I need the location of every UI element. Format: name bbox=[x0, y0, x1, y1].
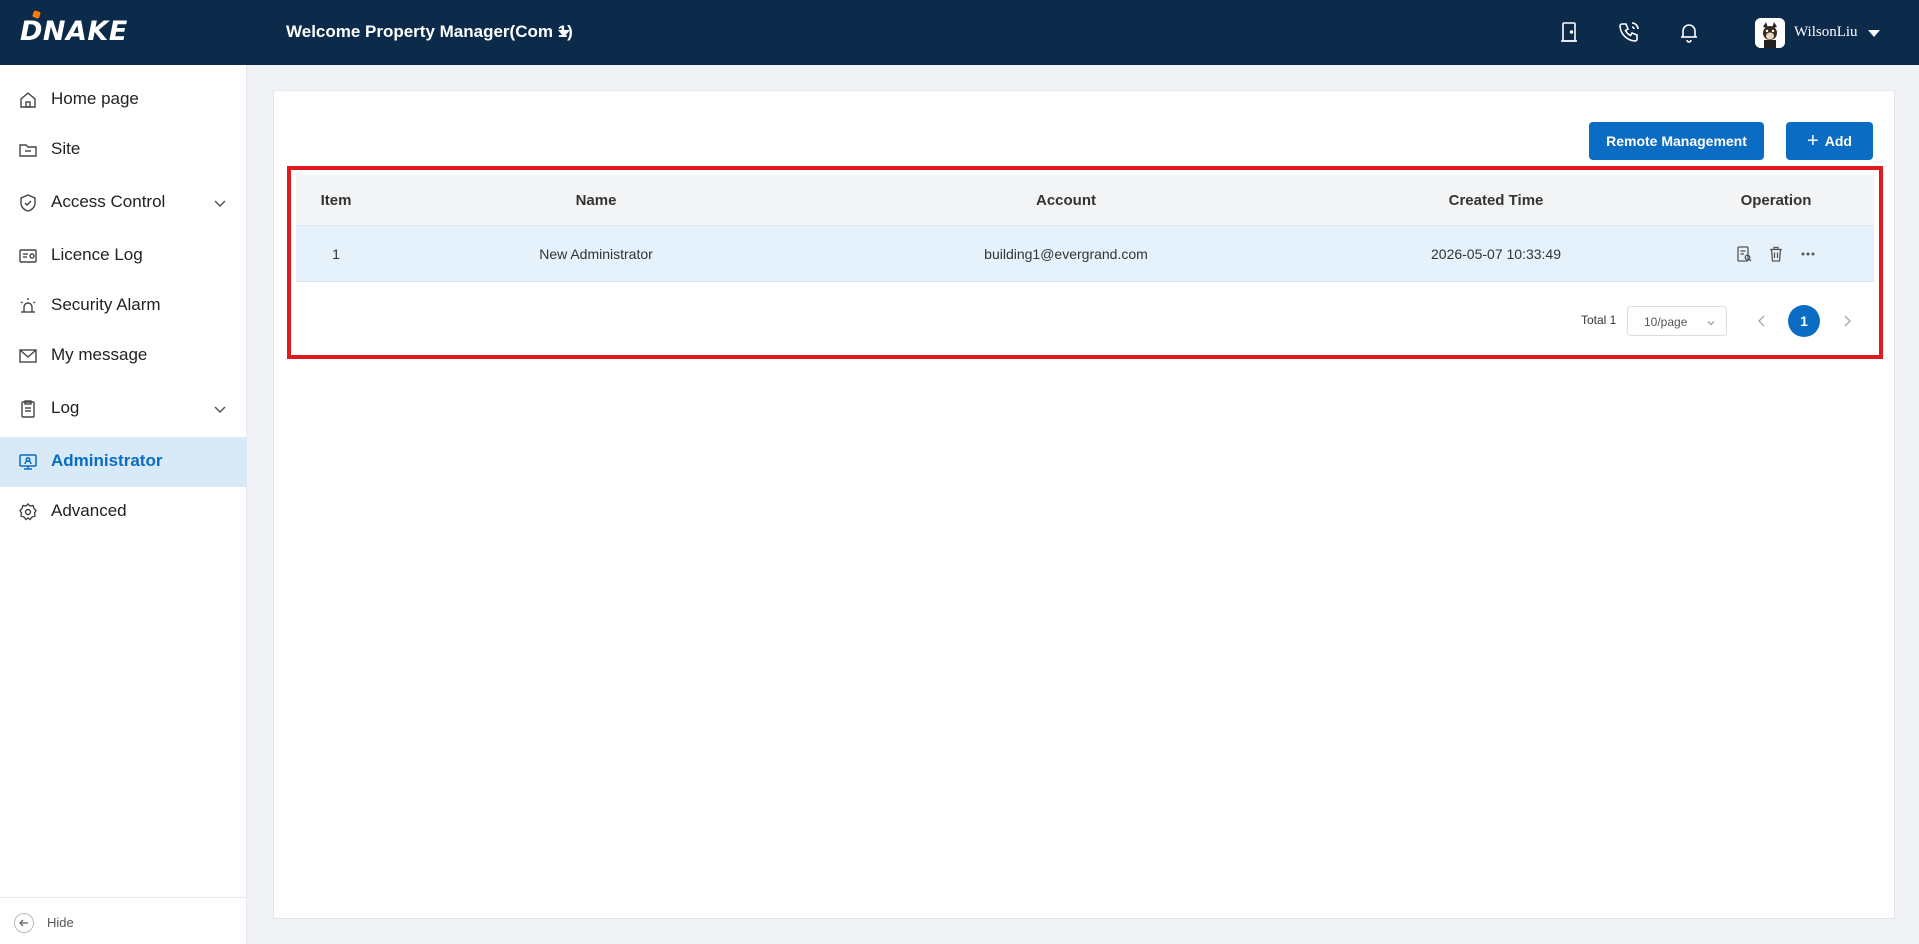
column-header-operation: Operation bbox=[1740, 191, 1812, 209]
sidebar-item-home-page[interactable]: Home page bbox=[0, 75, 247, 125]
add-button-label: Add bbox=[1824, 133, 1852, 149]
column-header-account: Account bbox=[1036, 191, 1096, 209]
sidebar-item-advanced[interactable]: Advanced bbox=[0, 487, 247, 537]
sidebar-item-label: Site bbox=[51, 139, 81, 158]
role-selector[interactable]: Property Manager(Com 1) bbox=[365, 22, 573, 42]
sidebar-item-label: Advanced bbox=[51, 501, 127, 520]
cell-account: building1@evergrand.com bbox=[984, 245, 1148, 262]
chevron-down-icon[interactable] bbox=[212, 195, 228, 211]
folder-icon bbox=[18, 140, 38, 160]
sidebar-item-label: Security Alarm bbox=[51, 295, 161, 314]
sidebar-item-security-alarm[interactable]: Security Alarm bbox=[0, 281, 247, 331]
prev-page-button[interactable] bbox=[1752, 311, 1772, 331]
license-icon bbox=[18, 246, 38, 266]
sidebar-item-log[interactable]: Log bbox=[0, 384, 247, 434]
column-header-name: Name bbox=[575, 191, 617, 209]
main-panel: Remote Management + Add Item Name Accoun… bbox=[273, 90, 1895, 919]
mail-icon bbox=[18, 346, 38, 366]
total-count: Total 1 bbox=[1581, 313, 1617, 327]
cell-name: New Administrator bbox=[539, 245, 653, 262]
page-size-value: 10/page bbox=[1644, 315, 1688, 329]
sidebar-item-label: Licence Log bbox=[51, 245, 143, 264]
cell-created-time: 2026-05-07 10:33:49 bbox=[1431, 245, 1561, 262]
gear-icon bbox=[18, 502, 38, 522]
collapse-arrow-icon[interactable] bbox=[14, 913, 34, 933]
sidebar-item-my-message[interactable]: My message bbox=[0, 331, 247, 381]
sidebar-item-label: My message bbox=[51, 345, 148, 364]
sidebar-item-access-control[interactable]: Access Control bbox=[0, 178, 247, 228]
logo-text: DNAKE bbox=[20, 16, 128, 47]
alarm-icon bbox=[18, 296, 38, 316]
remote-management-button[interactable]: Remote Management bbox=[1589, 122, 1764, 160]
welcome-text: Welcome bbox=[286, 22, 361, 41]
sidebar-item-site[interactable]: Site bbox=[0, 125, 247, 175]
home-icon bbox=[18, 90, 38, 110]
door-icon[interactable] bbox=[1557, 20, 1581, 44]
sidebar-item-label: Administrator bbox=[51, 451, 163, 470]
dnake-logo[interactable]: DNAKE bbox=[20, 10, 128, 47]
edit-document-icon[interactable] bbox=[1735, 245, 1753, 263]
user-dropdown-caret-icon[interactable] bbox=[1868, 30, 1880, 37]
sidebar-footer: Hide bbox=[0, 897, 247, 944]
table-header: Item Name Account Created Time Operation bbox=[296, 175, 1874, 226]
role-dropdown-caret-icon[interactable] bbox=[558, 30, 570, 37]
column-header-item: Item bbox=[320, 191, 352, 209]
clipboard-icon bbox=[18, 399, 38, 419]
plus-icon: + bbox=[1807, 130, 1819, 152]
sidebar-item-label: Log bbox=[51, 398, 80, 417]
sidebar: Home page Site Access Control Licence Lo… bbox=[0, 65, 247, 944]
sidebar-item-administrator[interactable]: Administrator bbox=[0, 437, 247, 487]
add-button[interactable]: + Add bbox=[1786, 122, 1873, 160]
next-page-button[interactable] bbox=[1837, 311, 1857, 331]
page-size-select[interactable]: 10/page bbox=[1627, 306, 1727, 336]
hide-sidebar-button[interactable]: Hide bbox=[47, 915, 74, 930]
table-row[interactable]: 1 New Administrator building1@evergrand.… bbox=[296, 226, 1874, 282]
sidebar-item-label: Access Control bbox=[51, 192, 166, 211]
delete-icon[interactable] bbox=[1767, 245, 1785, 263]
column-header-created-time: Created Time bbox=[1448, 191, 1544, 209]
cell-operation bbox=[1676, 226, 1876, 281]
chevron-down-icon[interactable] bbox=[212, 401, 228, 417]
chevron-down-icon bbox=[1706, 317, 1716, 327]
shield-icon bbox=[18, 193, 38, 213]
avatar[interactable] bbox=[1755, 18, 1785, 48]
top-bar: DNAKE Welcome Property Manager(Com 1) Wi… bbox=[0, 0, 1919, 65]
sidebar-item-licence-log[interactable]: Licence Log bbox=[0, 231, 247, 281]
more-options-icon[interactable] bbox=[1799, 245, 1817, 263]
sidebar-item-label: Home page bbox=[51, 89, 139, 108]
page-number-current[interactable]: 1 bbox=[1788, 305, 1820, 337]
admin-monitor-icon bbox=[18, 452, 38, 472]
username[interactable]: WilsonLiu bbox=[1794, 24, 1858, 41]
phone-icon[interactable] bbox=[1617, 20, 1641, 44]
bell-icon[interactable] bbox=[1677, 20, 1701, 44]
cell-item: 1 bbox=[332, 245, 340, 262]
